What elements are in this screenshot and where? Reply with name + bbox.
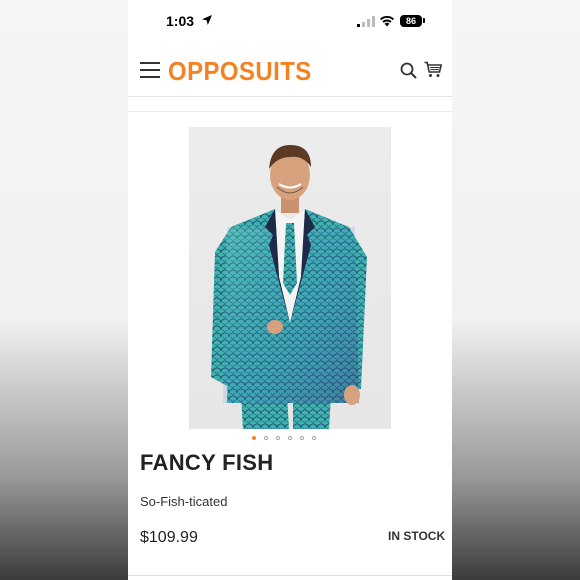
battery-icon: 86 — [400, 15, 422, 27]
carousel-dot[interactable] — [276, 436, 280, 440]
signal-icon — [357, 16, 375, 27]
product-title: FANCY FISH — [140, 450, 274, 475]
brand-logo[interactable]: OPPOSUITS — [168, 56, 312, 87]
search-icon[interactable] — [400, 62, 417, 79]
product-image[interactable] — [189, 127, 391, 429]
header-divider — [128, 111, 452, 112]
background-left — [0, 0, 128, 580]
status-bar: 1:03 86 — [128, 0, 452, 44]
carousel-dot[interactable] — [300, 436, 304, 440]
bottom-divider — [128, 575, 452, 576]
carousel-dots — [252, 436, 316, 440]
phone-screen: 1:03 86 OPPOSUITS FANCY FISH So-Fish-tic… — [128, 0, 452, 580]
product-subtitle: So-Fish-ticated — [140, 494, 228, 509]
carousel-dot[interactable] — [288, 436, 292, 440]
carousel-dot[interactable] — [252, 436, 256, 440]
cart-icon[interactable] — [424, 61, 442, 78]
product-price: $109.99 — [140, 529, 198, 546]
carousel-dot[interactable] — [264, 436, 268, 440]
menu-icon[interactable] — [140, 62, 160, 78]
carousel-dot[interactable] — [312, 436, 316, 440]
suit-illustration — [211, 145, 367, 429]
stock-status: IN STOCK — [388, 529, 446, 543]
site-header: OPPOSUITS — [128, 44, 452, 97]
background-right — [452, 0, 580, 580]
battery-cap — [423, 18, 425, 23]
location-arrow-icon — [202, 15, 212, 25]
status-time: 1:03 — [166, 13, 195, 29]
battery-level: 86 — [405, 16, 416, 26]
wifi-icon — [380, 15, 394, 27]
